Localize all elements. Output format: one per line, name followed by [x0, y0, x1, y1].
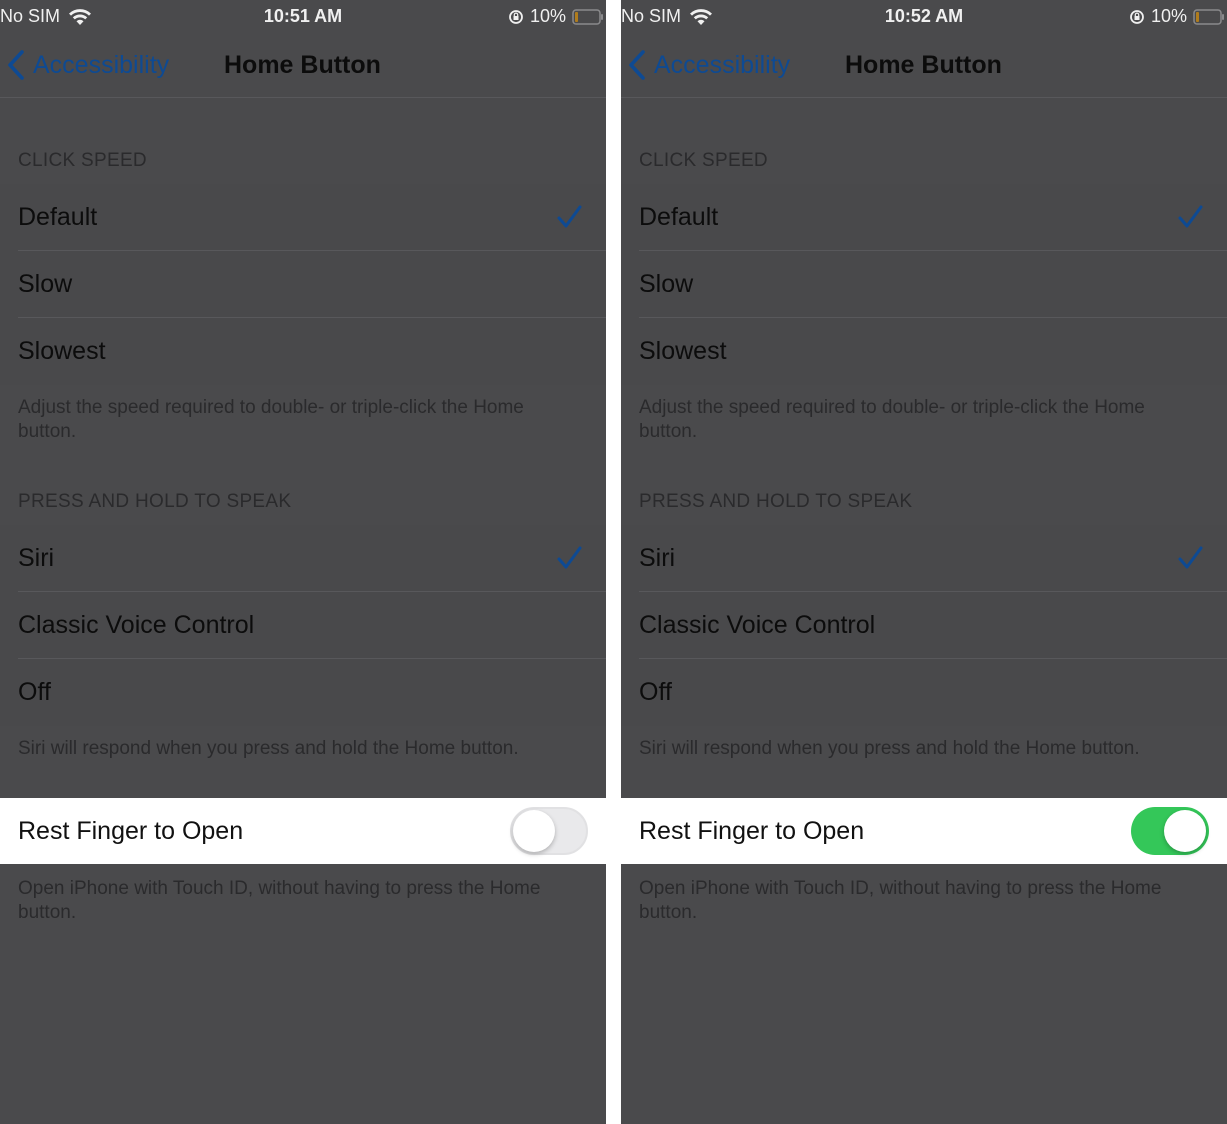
press-hold-footer: Siri will respond when you press and hol…	[639, 738, 1140, 759]
option-label: Default	[18, 203, 98, 231]
option-label: Slow	[18, 270, 73, 298]
option-slow[interactable]: Slow	[621, 251, 1227, 318]
option-label: Classic Voice Control	[18, 611, 255, 639]
checkmark-icon	[1178, 205, 1203, 228]
toggle-knob	[513, 810, 555, 852]
checkmark-icon	[557, 205, 582, 228]
orientation-lock-icon	[509, 9, 523, 24]
page-title: Home Button	[845, 51, 1002, 79]
back-label: Accessibility	[33, 50, 170, 79]
option-label: Off	[18, 678, 51, 706]
press-hold-footer: Siri will respond when you press and hol…	[18, 738, 519, 759]
option-slowest[interactable]: Slowest	[0, 318, 606, 385]
chevron-left-icon	[8, 50, 24, 80]
checkmark-icon	[1178, 546, 1203, 569]
rest-finger-footer: Open iPhone with Touch ID, without havin…	[18, 878, 541, 923]
section-header-press-hold: PRESS AND HOLD TO SPEAK	[639, 491, 913, 512]
status-bar: No SIM 10:51 AM 10%	[0, 0, 606, 32]
rest-finger-footer: Open iPhone with Touch ID, without havin…	[639, 878, 1162, 923]
option-default[interactable]: Default	[0, 184, 606, 251]
option-label: Default	[639, 203, 719, 231]
back-button[interactable]: Accessibility	[627, 48, 790, 82]
section-header-click-speed: CLICK SPEED	[18, 150, 147, 171]
option-classic-voice-control[interactable]: Classic Voice Control	[621, 592, 1227, 659]
status-right: 10%	[508, 6, 604, 27]
press-hold-group: Siri Classic Voice Control Off	[621, 525, 1227, 726]
battery-icon	[1193, 8, 1224, 25]
status-right: 10%	[1129, 6, 1225, 27]
battery-icon	[572, 8, 603, 25]
status-bar: No SIM 10:52 AM 10%	[621, 0, 1227, 32]
click-speed-footer: Adjust the speed required to double- or …	[18, 397, 524, 442]
option-label: Slowest	[639, 337, 727, 365]
option-label: Classic Voice Control	[639, 611, 876, 639]
option-siri[interactable]: Siri	[0, 525, 606, 592]
click-speed-footer: Adjust the speed required to double- or …	[639, 397, 1145, 442]
page-title: Home Button	[224, 51, 381, 79]
checkmark-icon	[557, 546, 582, 569]
rest-finger-label: Rest Finger to Open	[18, 817, 244, 845]
rest-finger-label: Rest Finger to Open	[639, 817, 865, 845]
press-hold-group: Siri Classic Voice Control Off	[0, 525, 606, 726]
section-header-press-hold: PRESS AND HOLD TO SPEAK	[18, 491, 292, 512]
back-label: Accessibility	[654, 50, 791, 79]
option-label: Slowest	[18, 337, 106, 365]
battery-percent: 10%	[1150, 6, 1187, 26]
option-slow[interactable]: Slow	[0, 251, 606, 318]
option-slowest[interactable]: Slowest	[621, 318, 1227, 385]
option-classic-voice-control[interactable]: Classic Voice Control	[0, 592, 606, 659]
orientation-lock-icon	[1130, 9, 1144, 24]
screen-before: No SIM 10:51 AM 10% Accessibility Home B…	[0, 0, 606, 1124]
section-header-click-speed: CLICK SPEED	[639, 150, 768, 171]
battery-percent: 10%	[529, 6, 566, 26]
option-off[interactable]: Off	[621, 659, 1227, 726]
rest-finger-toggle[interactable]	[510, 807, 588, 855]
option-label: Slow	[639, 270, 694, 298]
toggle-knob	[1164, 810, 1206, 852]
option-default[interactable]: Default	[621, 184, 1227, 251]
option-label: Siri	[18, 544, 55, 572]
navigation-bar: Accessibility Home Button	[0, 32, 606, 98]
click-speed-group: Default Slow Slowest	[621, 184, 1227, 385]
option-siri[interactable]: Siri	[621, 525, 1227, 592]
option-label: Siri	[639, 544, 676, 572]
back-button[interactable]: Accessibility	[6, 48, 169, 82]
click-speed-group: Default Slow Slowest	[0, 184, 606, 385]
rest-finger-row: Rest Finger to Open	[621, 798, 1227, 864]
screen-after: No SIM 10:52 AM 10% Accessibility Home B…	[621, 0, 1227, 1124]
rest-finger-row: Rest Finger to Open	[0, 798, 606, 864]
option-off[interactable]: Off	[0, 659, 606, 726]
option-label: Off	[639, 678, 672, 706]
rest-finger-toggle[interactable]	[1131, 807, 1209, 855]
chevron-left-icon	[629, 50, 645, 80]
navigation-bar: Accessibility Home Button	[621, 32, 1227, 98]
